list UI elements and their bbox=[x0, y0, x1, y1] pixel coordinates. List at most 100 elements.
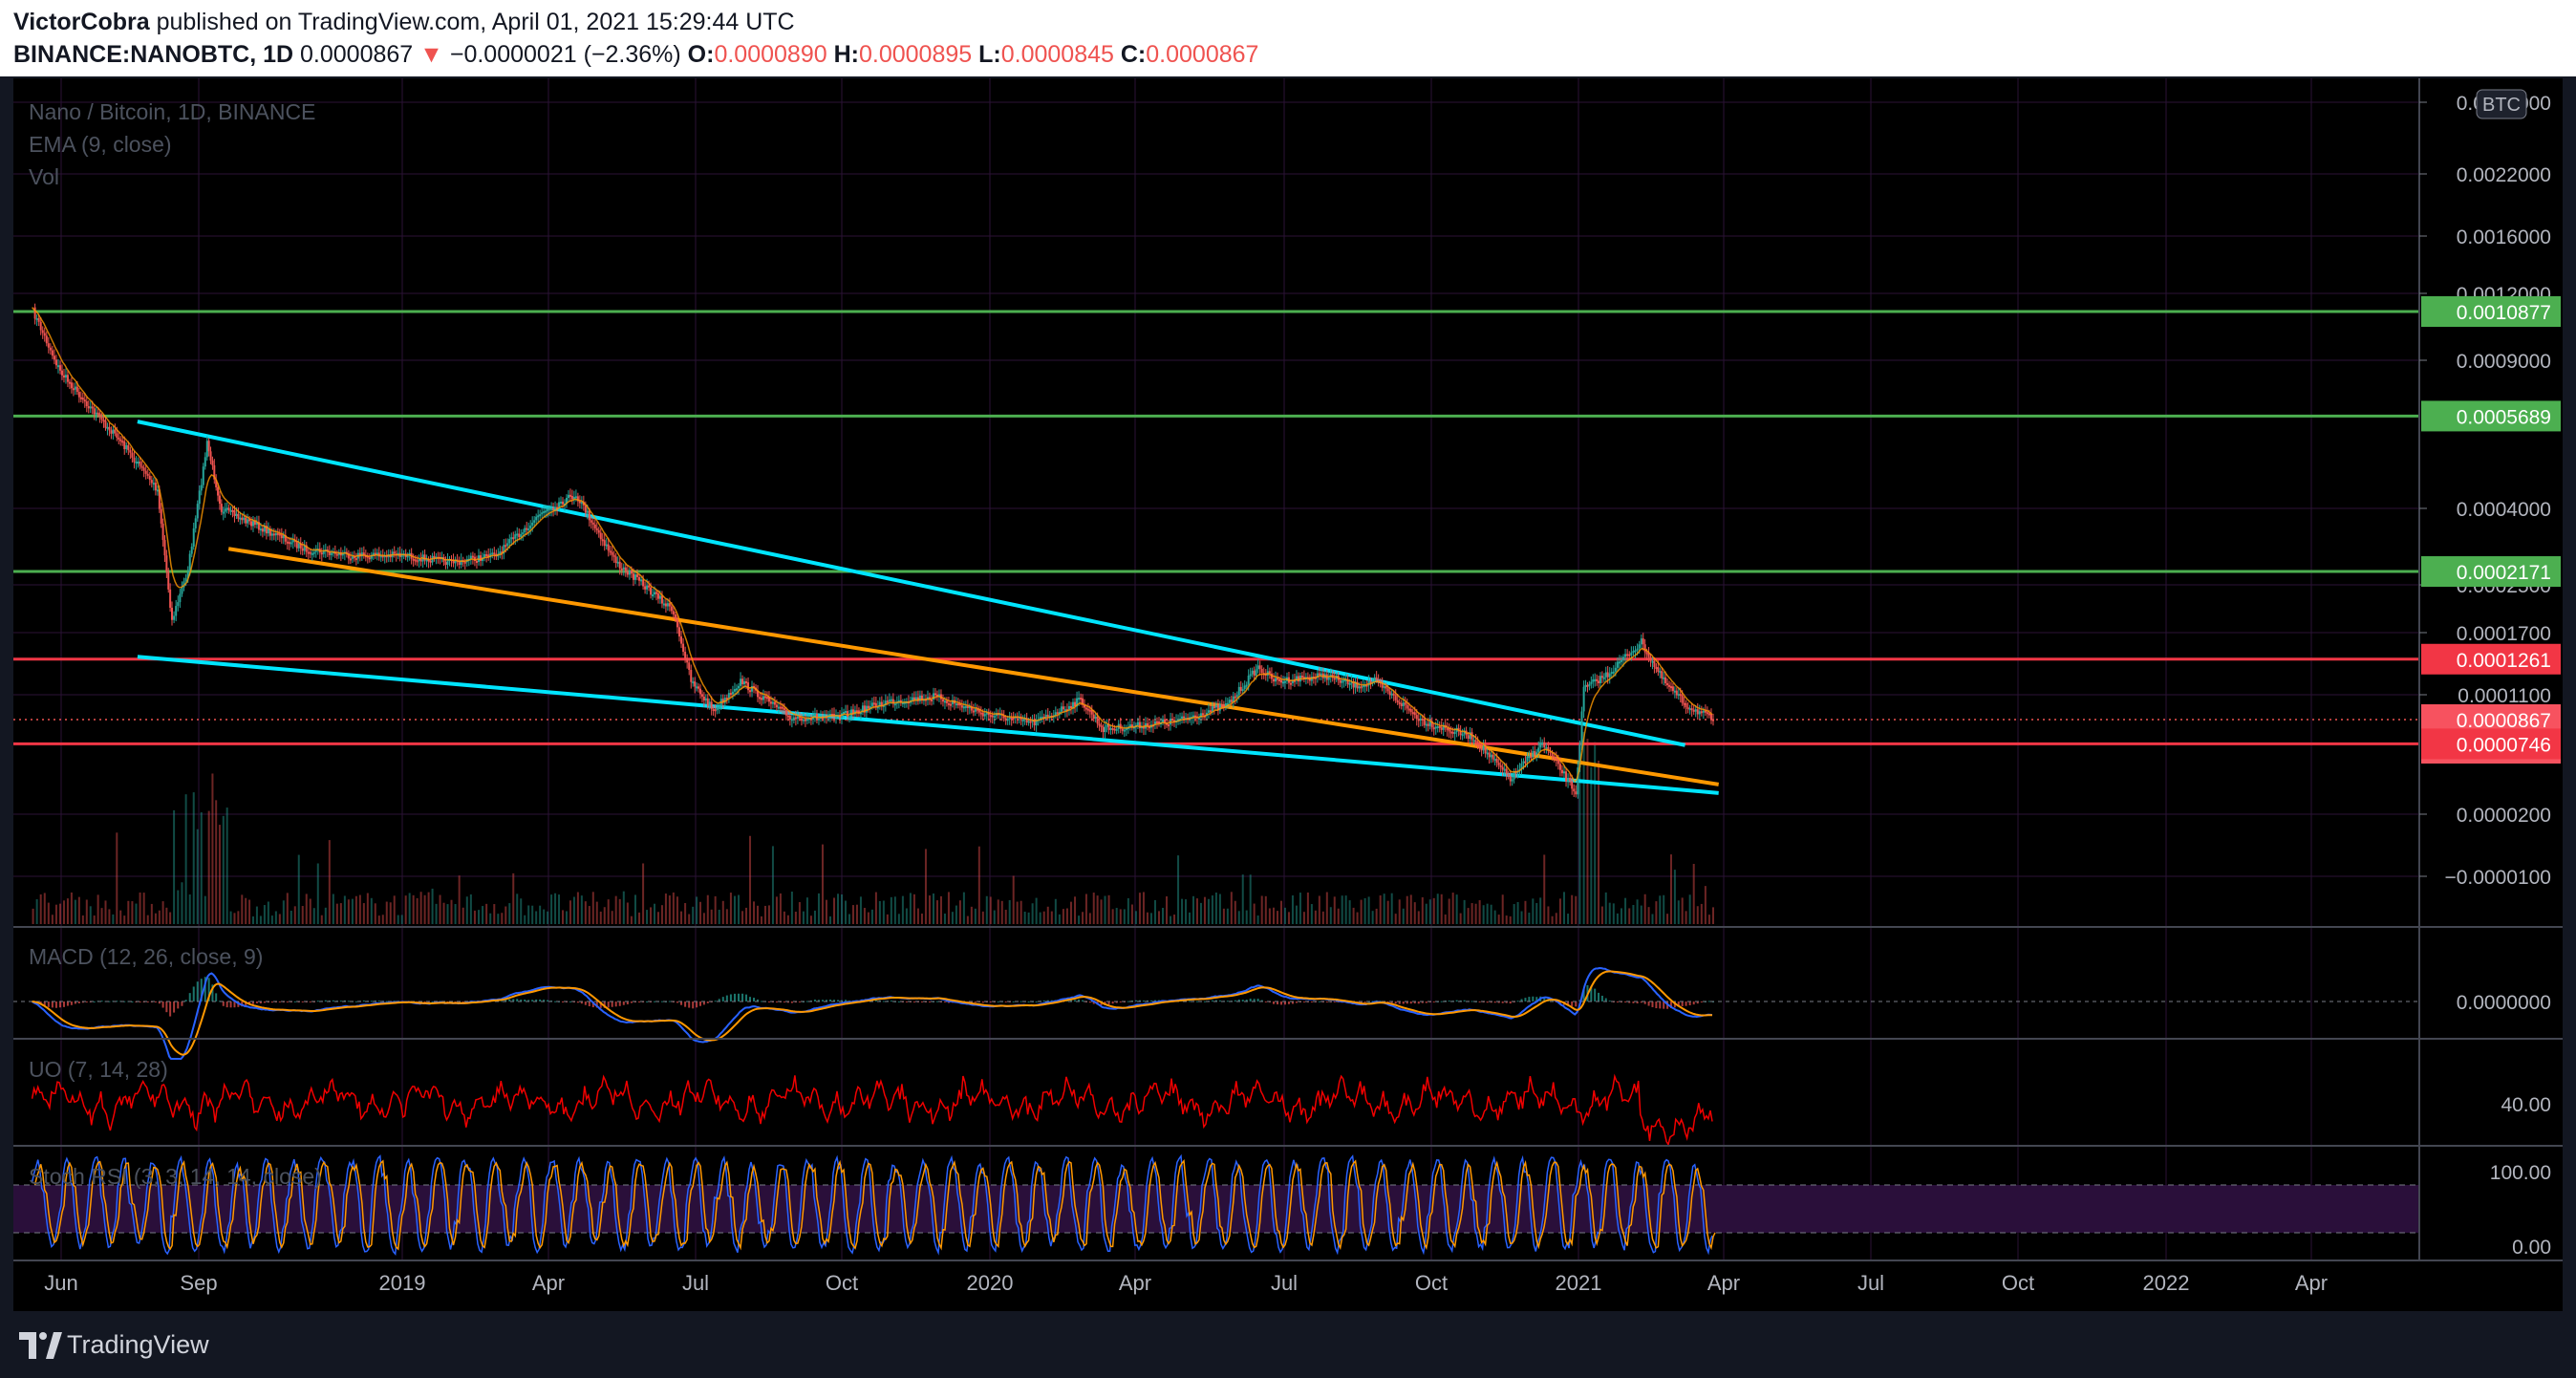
volume-bar bbox=[1082, 912, 1084, 924]
candle-body bbox=[510, 537, 513, 540]
candle-body bbox=[620, 568, 623, 571]
candle-body bbox=[911, 697, 913, 701]
level-price-label: 0.0000746 bbox=[2457, 734, 2551, 756]
volume-bar bbox=[1046, 906, 1049, 924]
candle-body bbox=[888, 700, 891, 702]
candle-body bbox=[351, 556, 354, 559]
candle-body bbox=[599, 532, 602, 540]
candle-body bbox=[941, 699, 944, 702]
candle-body bbox=[1592, 679, 1595, 682]
volume-bar bbox=[1532, 898, 1535, 924]
volume-bar bbox=[584, 901, 587, 924]
volume-bar bbox=[1567, 914, 1570, 924]
tradingview-logo-icon[interactable] bbox=[17, 1326, 63, 1365]
candle-body bbox=[235, 513, 238, 516]
candle-body bbox=[867, 705, 869, 709]
ema-legend[interactable]: EMA (9, close) bbox=[29, 132, 172, 158]
volume-bar bbox=[397, 915, 399, 924]
candle-body bbox=[175, 606, 178, 616]
volume-bar bbox=[702, 913, 705, 924]
volume-bar bbox=[142, 893, 145, 924]
macd-histogram-bar bbox=[837, 1000, 840, 1001]
candle-body bbox=[49, 347, 52, 351]
volume-bar bbox=[802, 911, 805, 924]
time-tick-label: Oct bbox=[1415, 1271, 1448, 1295]
candle-body bbox=[104, 420, 107, 428]
volume-bar bbox=[1558, 898, 1561, 924]
macd-legend[interactable]: MACD (12, 26, close, 9) bbox=[29, 944, 263, 970]
volume-bar bbox=[1306, 892, 1309, 924]
author-name[interactable]: VictorCobra bbox=[13, 9, 150, 35]
volume-bar bbox=[1432, 897, 1435, 924]
candle-body bbox=[666, 603, 669, 607]
volume-bar bbox=[508, 903, 511, 924]
stoch-rsi-legend[interactable]: Stoch RSI (3, 3, 14, 14, close) bbox=[29, 1164, 322, 1190]
candle-body bbox=[1545, 746, 1548, 749]
volume-bar bbox=[274, 911, 277, 924]
macd-histogram-bar bbox=[1409, 1001, 1412, 1004]
volume-bar bbox=[374, 903, 376, 924]
volume-bar bbox=[527, 905, 530, 924]
volume-bar bbox=[729, 893, 732, 924]
volume-bar bbox=[1470, 903, 1473, 924]
candle-body bbox=[1669, 686, 1672, 689]
volume-bar bbox=[1562, 892, 1565, 924]
candle-body bbox=[632, 573, 634, 580]
volume-bar bbox=[177, 890, 180, 924]
candle-body bbox=[1102, 726, 1105, 733]
volume-bar bbox=[1608, 902, 1611, 924]
volume-bar bbox=[958, 900, 961, 924]
volume-bar bbox=[912, 894, 915, 924]
macd-histogram-bar bbox=[1509, 1001, 1512, 1004]
vol-legend[interactable]: Vol bbox=[29, 164, 59, 190]
candle-body bbox=[39, 321, 42, 331]
candle-body bbox=[85, 400, 88, 407]
volume-bar bbox=[909, 893, 912, 924]
macd-histogram-bar bbox=[1287, 1001, 1290, 1004]
candle-body bbox=[250, 521, 253, 527]
candle-body bbox=[1096, 716, 1099, 724]
candle-body bbox=[1679, 694, 1682, 697]
candle-body bbox=[762, 696, 764, 700]
main-legend[interactable]: Nano / Bitcoin, 1D, BINANCE bbox=[29, 99, 315, 125]
candle-body bbox=[1080, 698, 1083, 700]
volume-bar bbox=[458, 875, 461, 924]
candle-body bbox=[712, 708, 715, 711]
chart-area[interactable]: 0.00280000.00220000.00160000.00120000.00… bbox=[13, 78, 2563, 1311]
candle-body bbox=[567, 494, 569, 499]
volume-bar bbox=[531, 905, 534, 924]
candle-body bbox=[1386, 688, 1389, 692]
candle-body bbox=[259, 528, 262, 531]
candle-body bbox=[612, 554, 615, 557]
tradingview-brand[interactable]: TradingView bbox=[67, 1330, 209, 1360]
candle-body bbox=[537, 515, 540, 518]
volume-bar bbox=[316, 863, 319, 924]
candle-body bbox=[529, 525, 532, 529]
chart-canvas[interactable]: 0.00280000.00220000.00160000.00120000.00… bbox=[13, 78, 2563, 1311]
candle-body bbox=[1696, 709, 1699, 715]
volume-bar bbox=[1107, 894, 1110, 924]
volume-bar bbox=[1636, 899, 1639, 924]
volume-bar bbox=[1191, 895, 1194, 924]
candle-body bbox=[463, 561, 466, 564]
macd-histogram-bar bbox=[828, 999, 831, 1001]
candle-body bbox=[1029, 721, 1032, 723]
volume-bar bbox=[305, 894, 308, 924]
time-tick-label: Apr bbox=[1119, 1271, 1151, 1295]
candle-body bbox=[1628, 654, 1631, 657]
volume-bar bbox=[32, 908, 34, 924]
candle-body bbox=[893, 703, 896, 706]
macd-histogram-bar bbox=[725, 995, 728, 1001]
candle-body bbox=[1281, 681, 1284, 684]
volume-bar bbox=[43, 893, 46, 924]
candle-body bbox=[1486, 752, 1489, 755]
candle-body bbox=[694, 681, 697, 687]
volume-bar bbox=[385, 901, 388, 924]
volume-bar bbox=[633, 894, 636, 924]
volume-bar bbox=[1318, 895, 1320, 924]
candle-body bbox=[225, 507, 228, 510]
volume-bar bbox=[1612, 903, 1615, 924]
uo-legend[interactable]: UO (7, 14, 28) bbox=[29, 1057, 168, 1083]
candle-body bbox=[1084, 707, 1087, 710]
volume-bar bbox=[1115, 908, 1118, 924]
